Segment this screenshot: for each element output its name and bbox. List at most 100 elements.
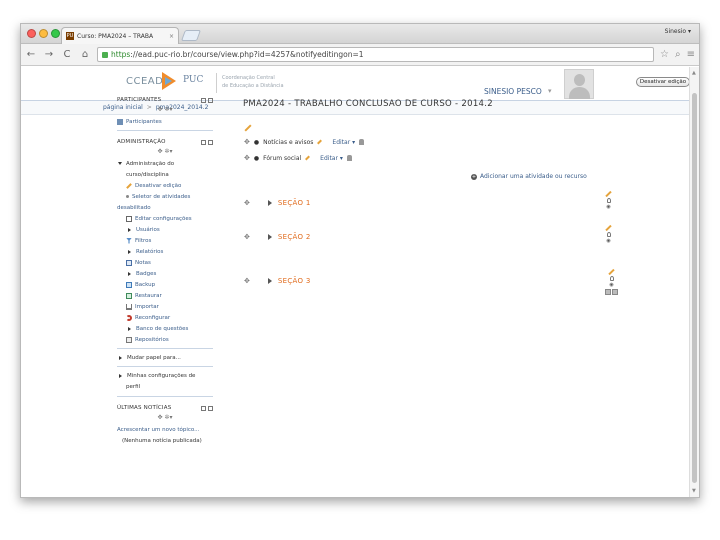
visibility-eye-icon[interactable]: ◉ [606,238,610,244]
sidebar-item-backup[interactable]: Backup [117,279,213,290]
news-block-title: ÚLTIMAS NOTÍCIAS [117,402,213,414]
page-scrollbar[interactable]: ▲ ▼ [689,67,699,497]
repository-icon [126,336,132,343]
add-section-icon[interactable] [605,289,611,295]
rename-pencil-icon[interactable] [305,155,311,161]
block-controls [201,405,213,411]
sidebar-item-activity-chooser[interactable]: Seletor de atividades [117,191,213,202]
remove-section-icon[interactable] [612,289,618,295]
page-title: PMA2024 - TRABALHO CONCLUSAO DE CURSO - … [243,99,493,109]
collapsed-chevron-icon [128,249,131,254]
edit-menu-link[interactable]: Editar ▾ [332,139,355,146]
sidebar-item-reset[interactable]: Reconfigurar [117,312,213,323]
reload-button[interactable]: C [61,49,73,60]
restore-icon [126,292,132,299]
minimize-window-button[interactable] [39,29,48,38]
sidebar-item-profile-settings[interactable]: Minhas configurações de [117,370,213,381]
move-icon[interactable]: ✥ [244,233,250,241]
add-news-topic-link[interactable]: Acrescentar um novo tópico... [117,424,213,435]
sidebar-item-users[interactable]: Usuários [117,224,213,235]
sidebar-item-label: Restaurar [135,292,162,299]
browser-tab[interactable]: PU Curso: PMA2024 – TRABA × [61,27,179,44]
sidebar-item-import[interactable]: Importar [117,301,213,312]
dock-block-icon[interactable] [201,97,206,103]
block-move-icon[interactable]: ✥ ✲▾ [117,148,213,158]
section-toggle-icon[interactable] [267,234,272,240]
close-window-button[interactable] [27,29,36,38]
collapsed-chevron-icon [128,227,131,232]
rename-pencil-icon[interactable] [317,139,323,145]
section-title[interactable]: SEÇÃO 3 [278,277,311,285]
group-mode-icon[interactable] [346,155,352,161]
section-toggle-icon[interactable] [267,200,272,206]
section-toggle-icon[interactable] [267,278,272,284]
sidebar-item-disable-editing[interactable]: Desativar edição [117,180,213,191]
home-button[interactable]: ⌂ [79,49,91,60]
block-move-icon[interactable]: ✥ ✲▾ [117,106,213,116]
header-user-name[interactable]: SINESIO PESCO [484,87,542,96]
avatar[interactable] [564,69,594,99]
group-mode-icon[interactable] [359,139,365,145]
browser-profile[interactable]: Sinesio ▾ [665,28,691,35]
section-1-tools: ◉ [605,190,612,210]
dock-block-icon[interactable] [201,405,206,411]
collapsed-chevron-icon [128,271,131,276]
activity-link[interactable]: Notícias e avisos [263,139,313,146]
sidebar-item-edit-settings[interactable]: Editar configurações [117,213,213,224]
sidebar-item-question-bank[interactable]: Banco de questões [117,323,213,334]
sidebar-item-restore[interactable]: Restaurar [117,290,213,301]
activity-link[interactable]: Fórum social [263,155,301,162]
block-controls [201,139,213,145]
move-icon[interactable]: ✥ [244,277,250,285]
move-icon[interactable]: ✥ [244,199,250,207]
section-title[interactable]: SEÇÃO 1 [278,199,311,207]
tab-close-icon[interactable]: × [169,33,174,40]
move-icon[interactable]: ✥ [244,138,250,146]
move-icon[interactable]: ✥ [244,154,250,162]
user-menu-chevron-icon[interactable]: ▾ [548,87,552,95]
section-count-controls [605,289,618,295]
sidebar-item-label: Relatórios [136,248,164,255]
block-divider [117,348,213,349]
highlight-lightbulb-icon[interactable] [606,232,611,237]
add-activity-link[interactable]: + Adicionar uma atividade ou recurso [471,173,587,180]
block-move-icon[interactable]: ✥ ✲▾ [117,414,213,424]
forward-button[interactable]: → [43,49,55,60]
sidebar-item-label: (Nenhuma notícia publicada) [122,437,202,444]
sidebar-item-repositories[interactable]: Repositórios [117,334,213,345]
edit-section-pencil-icon[interactable] [605,224,612,232]
sidebar-item-filters[interactable]: Filtros [117,235,213,246]
edit-section-pencil-icon[interactable] [605,190,612,198]
edit-menu-link[interactable]: Editar ▾ [320,155,343,162]
sidebar-item-participants[interactable]: Participantes [117,116,213,127]
highlight-lightbulb-icon[interactable] [609,276,614,281]
section-title[interactable]: SEÇÃO 2 [278,233,311,241]
new-tab-button[interactable] [180,30,202,41]
visibility-eye-icon[interactable]: ◉ [609,282,613,288]
address-bar[interactable]: https://ead.puc-rio.br/course/view.php?i… [97,47,655,62]
scroll-up-arrow-icon[interactable]: ▲ [692,70,696,76]
sidebar-item-switch-role[interactable]: Mudar papel para... [117,352,213,363]
hide-block-icon[interactable] [208,405,213,411]
hide-block-icon[interactable] [208,139,213,145]
sidebar-item-grades[interactable]: Notas [117,257,213,268]
hide-block-icon[interactable] [208,97,213,103]
sidebar-item-reports[interactable]: Relatórios [117,246,213,257]
dock-block-icon[interactable] [201,139,206,145]
sidebar-item-course-admin[interactable]: Administração do [117,158,213,169]
zoom-window-button[interactable] [51,29,60,38]
sidebar-item-badges[interactable]: Badges [117,268,213,279]
visibility-eye-icon[interactable]: ◉ [606,204,610,210]
bookmark-star-icon[interactable]: ☆ [660,49,669,60]
back-button[interactable]: ← [25,49,37,60]
scroll-down-arrow-icon[interactable]: ▼ [692,488,696,494]
scroll-thumb[interactable] [692,93,697,483]
browser-menu-icon[interactable]: ≡ [687,49,695,60]
highlight-lightbulb-icon[interactable] [606,198,611,203]
logo-puc: PUC [183,75,204,85]
toggle-editing-button[interactable]: Desativar edição [636,77,690,87]
search-icon[interactable]: ⌕ [675,49,681,60]
edit-section-pencil-icon[interactable] [608,268,615,276]
logo-text[interactable]: CCEAD [126,76,163,87]
section-3-tools: ◉ [605,268,618,295]
